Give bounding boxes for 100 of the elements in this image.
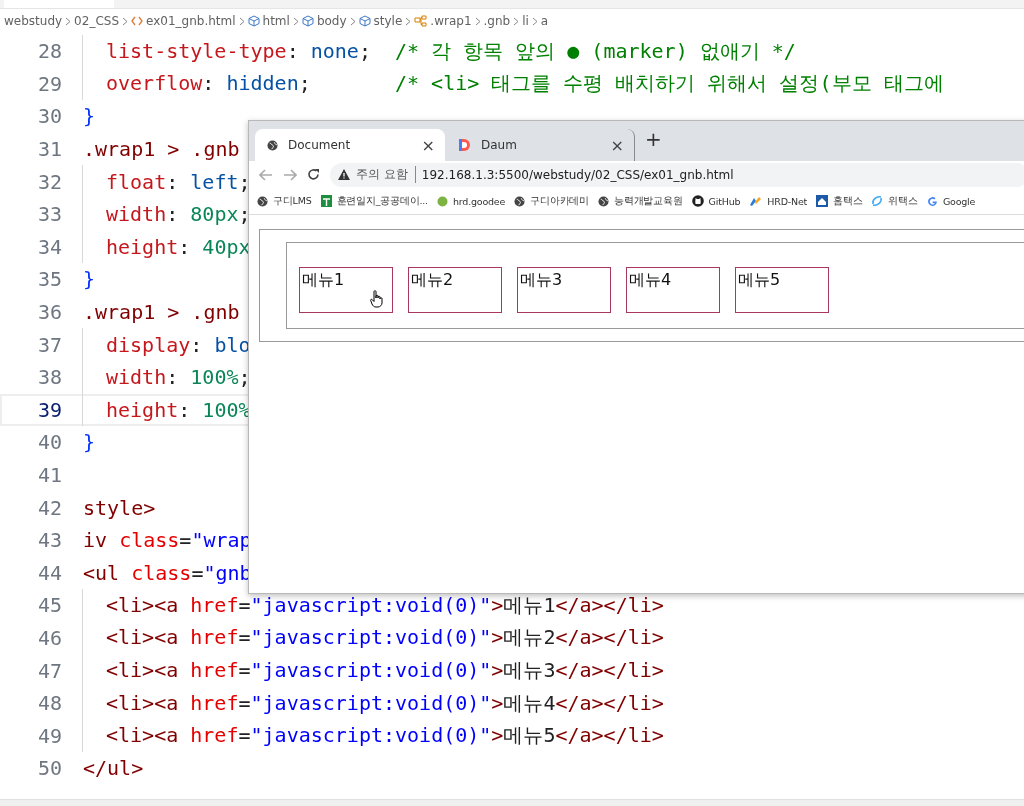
bookmark[interactable]: GitHub [708, 195, 741, 207]
line-number: 45 [36, 593, 62, 618]
line-number: 50 [36, 756, 62, 781]
menu-link[interactable]: 메뉴2 [408, 267, 502, 313]
bookmark[interactable]: 훈련일지_공공데이... [336, 194, 428, 208]
globe-icon [257, 195, 268, 207]
house-icon [816, 195, 829, 207]
line-number: 33 [36, 202, 62, 227]
line-number: 30 [36, 104, 62, 129]
code-line: <li><a href="javascript:void(0)">메뉴1</a></li> [106, 591, 664, 619]
bookmark[interactable]: 능력개발교육원 [613, 194, 683, 208]
code-line: list-style-type: none; /* 각 항목 앞의 ● (marker) 없애기 */ [106, 37, 796, 65]
warning-icon [338, 169, 350, 180]
line-number: 37 [36, 332, 62, 357]
menu-link[interactable]: 메뉴3 [517, 267, 611, 313]
code-line: display: blo [106, 332, 251, 357]
line-number: 38 [36, 365, 62, 390]
line-number: 49 [36, 723, 62, 748]
back-icon[interactable] [259, 168, 273, 181]
chevron-icon [513, 16, 520, 26]
spreadsheet-icon [320, 195, 332, 207]
code-line: width: 100%; [106, 365, 251, 390]
breadcrumb-item[interactable]: html [262, 14, 290, 28]
bookmark[interactable]: 홈택스 [833, 194, 863, 208]
breadcrumb-item[interactable]: body [316, 14, 347, 28]
horizontal-scrollbar[interactable] [0, 799, 1024, 806]
line-number: 31 [36, 137, 62, 162]
line-number: 48 [36, 691, 62, 716]
code-line: height: 100% [106, 397, 251, 422]
bookmark[interactable]: hrd.goodee [452, 195, 506, 207]
hand-cursor-icon [370, 290, 384, 308]
code-line: } [83, 430, 96, 455]
code-line: height: 40px [106, 234, 251, 259]
line-number: 39 [36, 397, 62, 422]
breadcrumb-item[interactable]: ex01_gnb.html [146, 14, 236, 28]
code-line: <li><a href="javascript:void(0)">메뉴5</a></li> [106, 722, 664, 750]
code-line: style> [83, 495, 156, 520]
code-line: <li><a href="javascript:void(0)">메뉴3</a></li> [106, 657, 664, 685]
breadcrumb-item[interactable]: li [522, 14, 529, 28]
breadcrumb-item[interactable]: style [373, 14, 403, 28]
cube-icon [247, 15, 260, 27]
code-line: width: 80px; [106, 202, 251, 227]
code-line: .wrap1 > .gnb [83, 300, 240, 325]
forward-icon[interactable] [283, 168, 297, 181]
code-line: </ul> [83, 756, 144, 781]
menu-link[interactable]: 메뉴1 [299, 267, 393, 313]
code-line: .wrap1 > .gnb [83, 137, 240, 162]
close-icon[interactable]: × [421, 135, 435, 155]
chevron-icon [122, 16, 128, 26]
address-bar[interactable]: 주의 요함 192.168.1.3:5500/webstudy/02_CSS/ex01_gnb.html [330, 162, 1024, 187]
code-line: } [83, 104, 96, 129]
google-icon [926, 195, 938, 207]
breadcrumb-item[interactable]: .wrap1 [430, 14, 472, 28]
globe-icon [267, 139, 278, 151]
close-icon[interactable]: × [610, 135, 624, 155]
swirl-icon [871, 195, 884, 207]
cube-icon [358, 15, 371, 27]
bookmark[interactable]: 위택스 [888, 194, 918, 208]
code-line: float: left; [106, 169, 251, 194]
line-number: 46 [36, 626, 62, 650]
chevron-icon [349, 16, 356, 26]
line-number: 29 [36, 71, 62, 96]
breadcrumb-item[interactable]: webstudy [4, 14, 63, 28]
line-number: 42 [36, 495, 62, 520]
line-number: 41 [36, 463, 62, 487]
browser-tab[interactable]: Daum × [445, 129, 635, 161]
chevron-icon [292, 16, 299, 26]
menu-link[interactable]: 메뉴5 [735, 267, 829, 313]
code-line: <li><a href="javascript:void(0)">메뉴2</a></li> [106, 624, 664, 652]
bookmark[interactable]: Google [942, 195, 976, 207]
line-number: 40 [36, 430, 62, 455]
code-line: } [83, 267, 96, 292]
breadcrumb-item[interactable]: .gnb [483, 14, 511, 28]
reload-icon[interactable] [307, 168, 320, 181]
globe-icon [514, 195, 526, 207]
menu-link[interactable]: 메뉴4 [626, 267, 720, 313]
daum-logo-icon [457, 138, 471, 152]
line-number: 35 [36, 267, 62, 292]
symbol-icon [414, 15, 428, 27]
chevron-icon [531, 16, 538, 26]
breadcrumb-item[interactable]: a [540, 14, 549, 28]
chevron-icon [474, 16, 481, 26]
new-tab-button[interactable]: + [645, 126, 662, 151]
line-number: 36 [36, 300, 62, 325]
browser-tab[interactable]: Document × [255, 129, 445, 161]
code-line: <li><a href="javascript:void(0)">메뉴4</a></li> [106, 689, 664, 717]
breadcrumb-item[interactable]: 02_CSS [74, 14, 119, 28]
line-number: 44 [36, 560, 62, 585]
line-number: 43 [36, 528, 62, 553]
bookmark[interactable]: 구디아카데미 [530, 194, 589, 208]
line-number: 34 [36, 234, 62, 259]
bookmark[interactable]: HRD-Net [767, 195, 808, 207]
line-number: 32 [36, 169, 62, 194]
code-line: overflow: hidden; /* <li> 태그를 수평 배치하기 위해서 설정(부모 태그에 [106, 70, 944, 98]
bookmark[interactable]: 구디LMS [273, 194, 312, 208]
globe-icon [597, 195, 609, 207]
chevron-icon [238, 16, 245, 26]
cube-icon [301, 15, 314, 27]
chevron-icon [405, 16, 412, 26]
chevron-icon [65, 16, 72, 26]
